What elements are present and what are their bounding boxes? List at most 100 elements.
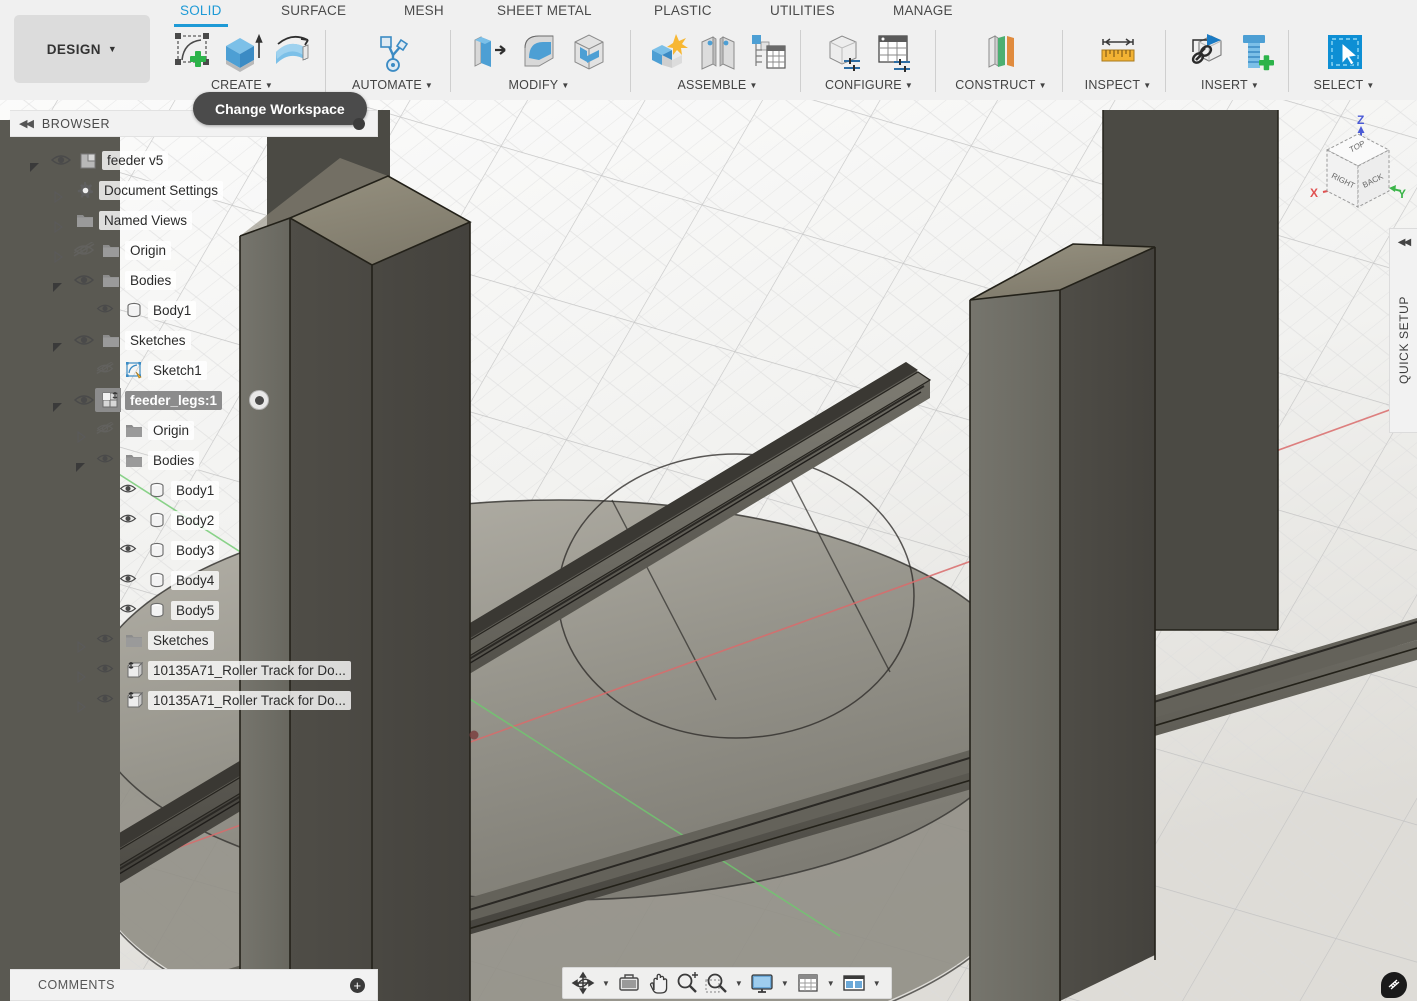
- tree-item-label[interactable]: Body1: [171, 480, 220, 500]
- tab-sheet-metal[interactable]: SHEET METAL: [497, 3, 592, 18]
- tree-item-label[interactable]: Origin: [125, 240, 172, 260]
- collapse-right-icon[interactable]: ◀◀: [1398, 237, 1411, 248]
- joint-icon[interactable]: [696, 28, 740, 74]
- tree-item-label[interactable]: Origin: [148, 420, 195, 440]
- chevron-down-icon[interactable]: ▼: [265, 81, 273, 90]
- scrub-icon[interactable]: [1381, 972, 1407, 998]
- chevron-down-icon[interactable]: ▼: [824, 979, 838, 988]
- eye-visible-icon[interactable]: [96, 632, 118, 648]
- expand-arrow-closed-icon[interactable]: [74, 430, 88, 444]
- configure-table-icon[interactable]: [872, 28, 916, 74]
- tree-item-body1[interactable]: Body1: [0, 475, 380, 505]
- zoom-icon[interactable]: [674, 970, 700, 996]
- tab-manage[interactable]: MANAGE: [893, 3, 953, 18]
- tree-item-sketches[interactable]: Sketches: [0, 325, 380, 355]
- tree-item-label[interactable]: Document Settings: [99, 180, 224, 200]
- expand-arrow-closed-icon[interactable]: [51, 250, 65, 264]
- chevron-down-icon[interactable]: ▼: [1366, 81, 1374, 90]
- chevron-down-icon[interactable]: ▼: [732, 979, 746, 988]
- chevron-down-icon[interactable]: ▼: [1143, 81, 1151, 90]
- tree-item-bodies[interactable]: Bodies: [0, 445, 380, 475]
- extrude-icon[interactable]: [220, 28, 264, 74]
- tree-item-label[interactable]: Sketches: [148, 630, 214, 650]
- tab-plastic[interactable]: PLASTIC: [654, 3, 712, 18]
- eye-visible-icon[interactable]: [73, 332, 95, 348]
- tree-item-body3[interactable]: Body3: [0, 535, 380, 565]
- construct-plane-icon[interactable]: [979, 28, 1023, 74]
- tree-item-feeder-legs-1[interactable]: feeder_legs:1: [0, 385, 380, 415]
- tab-mesh[interactable]: MESH: [404, 3, 444, 18]
- tree-item-10135a71-roller-track-for-do[interactable]: 10135A71_Roller Track for Do...: [0, 685, 380, 715]
- look-at-icon[interactable]: [616, 970, 642, 996]
- tree-item-label[interactable]: Sketch1: [148, 360, 207, 380]
- eye-visible-icon[interactable]: [119, 512, 141, 528]
- tree-item-label[interactable]: feeder_legs:1: [125, 390, 223, 410]
- tree-item-body4[interactable]: Body4: [0, 565, 380, 595]
- eye-visible-icon[interactable]: [50, 152, 72, 168]
- fillet-icon[interactable]: [517, 28, 561, 74]
- bom-icon[interactable]: [746, 28, 790, 74]
- revolve-icon[interactable]: [270, 28, 314, 74]
- orbit-icon[interactable]: [570, 970, 596, 996]
- chevron-down-icon[interactable]: ▼: [749, 81, 757, 90]
- expand-arrow-open-icon[interactable]: [74, 460, 88, 474]
- view-cube[interactable]: Z X Y TOP RIGHT BACK: [1294, 108, 1417, 226]
- expand-arrow-open-icon[interactable]: [28, 160, 42, 174]
- tab-utilities[interactable]: UTILITIES: [770, 3, 835, 18]
- tree-item-label[interactable]: Body4: [171, 570, 220, 590]
- tree-item-body1[interactable]: Body1: [0, 295, 380, 325]
- measure-icon[interactable]: [1096, 28, 1140, 74]
- tree-item-label[interactable]: Body2: [171, 510, 220, 530]
- chevron-down-icon[interactable]: ▼: [1251, 81, 1259, 90]
- insert-fastener-icon[interactable]: [1233, 28, 1277, 74]
- tree-item-label[interactable]: 10135A71_Roller Track for Do...: [148, 690, 351, 710]
- tree-item-body5[interactable]: Body5: [0, 595, 380, 625]
- create-sketch-icon[interactable]: [170, 28, 214, 74]
- chevron-down-icon[interactable]: ▼: [599, 979, 613, 988]
- eye-visible-icon[interactable]: [73, 392, 95, 408]
- tree-item-origin[interactable]: Origin: [0, 235, 380, 265]
- tree-item-label[interactable]: Body5: [171, 600, 220, 620]
- chevron-down-icon[interactable]: ▼: [778, 979, 792, 988]
- eye-hidden-icon[interactable]: [96, 422, 118, 438]
- eye-visible-icon[interactable]: [73, 272, 95, 288]
- tree-item-body2[interactable]: Body2: [0, 505, 380, 535]
- eye-hidden-icon[interactable]: [73, 242, 95, 258]
- expand-arrow-closed-icon[interactable]: [74, 640, 88, 654]
- tree-item-label[interactable]: Body3: [171, 540, 220, 560]
- tab-solid[interactable]: SOLID: [174, 3, 227, 27]
- workspace-switch-button[interactable]: DESIGN ▼: [14, 15, 150, 83]
- chevron-down-icon[interactable]: ▼: [905, 81, 913, 90]
- eye-visible-icon[interactable]: [119, 602, 141, 618]
- grid-snaps-icon[interactable]: [795, 970, 821, 996]
- eye-hidden-icon[interactable]: [96, 362, 118, 378]
- shell-icon[interactable]: [567, 28, 611, 74]
- expand-arrow-closed-icon[interactable]: [51, 190, 65, 204]
- tree-item-label[interactable]: feeder v5: [102, 150, 169, 170]
- eye-visible-icon[interactable]: [96, 692, 118, 708]
- tree-item-document-settings[interactable]: Document Settings: [0, 175, 380, 205]
- eye-visible-icon[interactable]: [119, 542, 141, 558]
- collapse-left-icon[interactable]: ◀◀: [19, 117, 34, 130]
- expand-arrow-open-icon[interactable]: [51, 340, 65, 354]
- tree-item-origin[interactable]: Origin: [0, 415, 380, 445]
- expand-arrow-closed-icon[interactable]: [51, 220, 65, 234]
- comments-panel[interactable]: COMMENTS +: [10, 969, 378, 1001]
- chevron-down-icon[interactable]: ▼: [870, 979, 884, 988]
- new-component-icon[interactable]: [646, 28, 690, 74]
- pan-icon[interactable]: [645, 970, 671, 996]
- expand-arrow-open-icon[interactable]: [51, 400, 65, 414]
- automate-icon[interactable]: [371, 28, 415, 74]
- tree-item-named-views[interactable]: Named Views: [0, 205, 380, 235]
- expand-arrow-open-icon[interactable]: [51, 280, 65, 294]
- tree-item-label[interactable]: Named Views: [99, 210, 193, 230]
- tree-item-label[interactable]: Body1: [148, 300, 197, 320]
- tree-item-label[interactable]: 10135A71_Roller Track for Do...: [148, 660, 351, 680]
- quick-setup-panel[interactable]: ◀◀ QUICK SETUP: [1389, 228, 1417, 433]
- eye-visible-icon[interactable]: [96, 302, 118, 318]
- configure-part-icon[interactable]: [822, 28, 866, 74]
- expand-arrow-closed-icon[interactable]: [74, 700, 88, 714]
- chevron-down-icon[interactable]: ▼: [425, 81, 433, 90]
- activate-component-radio[interactable]: [249, 390, 269, 410]
- eye-visible-icon[interactable]: [119, 482, 141, 498]
